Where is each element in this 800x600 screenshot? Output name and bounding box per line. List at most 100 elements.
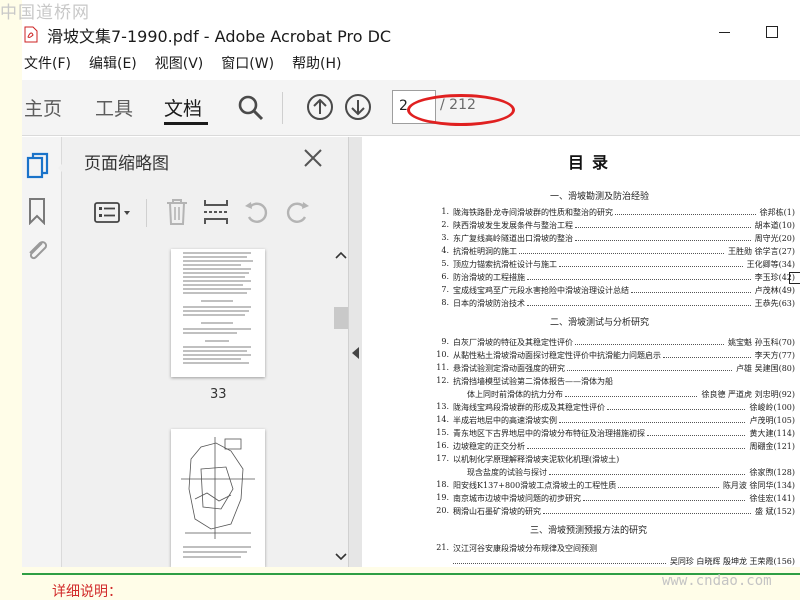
panel-splitter[interactable] (348, 137, 362, 567)
toc-entry[interactable]: 现含盐度的试验与探讨 徐家煦(128) (435, 467, 795, 480)
insert-page-icon[interactable] (202, 197, 230, 227)
toc-entry[interactable]: 14. 半成岩地层中的高速滑坡实例 卢茂明(105) (435, 415, 795, 428)
menu-bar: 文件(F) 编辑(E) 视图(V) 窗口(W) 帮助(H) (22, 52, 800, 78)
toc-entry[interactable]: 8. 日本的滑坡防治技术 王恭先(63) (435, 298, 795, 311)
thumbnail-page-number: 33 (210, 387, 227, 402)
toc-leader-dots (527, 305, 751, 306)
thumbnail-text-lines (183, 252, 253, 364)
toc-entry-number: 16. (436, 441, 449, 450)
scroll-down-icon[interactable] (335, 553, 347, 561)
toc-entry[interactable]: 19. 南京城市边坡中滑坡问题的初步研究 徐佳宏(141) (435, 493, 795, 506)
toc-entry[interactable]: 16. 边坡稳定的正交分析 周硼金(121) (435, 441, 795, 454)
active-tab-indicator (164, 122, 208, 125)
toc-entry[interactable]: 18. 阳安线K137+800滑坡工点滑坡土的工程性质 陈月波 徐同华(134) (435, 480, 795, 493)
minimize-button[interactable] (702, 14, 746, 50)
toc-entry-number: 18. (436, 480, 449, 489)
collapse-panel-icon[interactable] (352, 347, 359, 359)
toc-leader-dots (543, 513, 751, 514)
toc-entry[interactable]: 2. 陕西滑坡发生发展条件与整治工程 胡本道(10) (435, 220, 795, 233)
toc-entry-number: 10. (436, 350, 449, 359)
toc-entry-title: 半成岩地层中的高速滑坡实例 (453, 416, 557, 425)
toc-entry[interactable]: 1. 陇海铁路卧龙寺间滑坡群的性质和整治的研究 徐邦栋(1) (435, 207, 795, 220)
toc-entry-author-page: 徐邦栋(1) (757, 207, 795, 218)
attachment-icon[interactable] (24, 235, 50, 265)
scroll-up-icon[interactable] (335, 251, 347, 259)
toc-entry[interactable]: 10. 从黏性粘土滑坡滑动面探讨稳定性评价中抗滑能力问题启示 李天方(77) (435, 350, 795, 363)
watermark-bottom: www.cndao.com (662, 573, 772, 589)
thumbnail-tools (78, 187, 338, 239)
toc-entry[interactable]: 3. 东广复线高岭隧道出口滑坡的整治 周守光(20) (435, 233, 795, 246)
maximize-button[interactable] (750, 14, 794, 50)
toc-heading: 目录 (568, 153, 617, 172)
toc-entry[interactable]: 21. 汉江河谷安康段滑坡分布规律及空间预测 (435, 543, 795, 556)
toc-entry[interactable]: 4. 抗滑桩明洞的施工 王胜勋 徐学言(27) (435, 246, 795, 259)
delete-icon[interactable] (164, 197, 190, 227)
rotate-left-icon[interactable] (242, 197, 272, 227)
close-icon[interactable] (300, 145, 326, 171)
menu-help[interactable]: 帮助(H) (292, 52, 341, 78)
page-thumbnails-icon[interactable] (25, 151, 51, 181)
toc-leader-dots (549, 474, 745, 475)
window-title: 滑坡文集7-1990.pdf - Adobe Acrobat Pro DC (47, 27, 392, 46)
toc-section-heading: 二、滑坡测试与分析研究 (550, 318, 650, 328)
toc-entry-title: 以机制化学原理解释滑坡夹泥软化机理(滑坡土) (453, 455, 620, 464)
toc-leader-dots (527, 448, 745, 449)
tab-tools[interactable]: 工具 (95, 94, 133, 121)
toc-leader-dots (631, 292, 751, 293)
navigation-rail (22, 137, 62, 567)
toc-entry-number: 15. (436, 428, 449, 437)
toc-entry-author-page: 王恭先(63) (752, 298, 795, 309)
rotate-right-icon[interactable] (282, 197, 312, 227)
toc-entry[interactable]: 20. 稠滑山石墨矿滑坡的研究 盛 斌(152) (435, 506, 795, 519)
toc-leader-dots (559, 422, 745, 423)
toc-entry[interactable]: 5. 顶应力锚索抗滑桩设计与施工 王化卿等(34) (435, 259, 795, 272)
toc-entry[interactable]: 12. 抗滑挡墙模型试验第二滑体报告——滑体为船 (435, 376, 795, 389)
toc-entry[interactable]: 17. 以机制化学原理解释滑坡夹泥软化机理(滑坡土) (435, 454, 795, 467)
toc-entry-number: 11. (436, 363, 449, 372)
toc-entry[interactable]: 9. 白灰厂滑坡的特征及其稳定性评价 姚宝魁 孙玉科(70) (435, 337, 795, 350)
page-thumbnail-34[interactable] (171, 429, 265, 567)
tab-home[interactable]: 主页 (24, 94, 62, 121)
toc-leader-dots (615, 214, 756, 215)
detail-label: 详细说明： (52, 584, 122, 600)
toc-entry-title: 东广复线高岭隧道出口滑坡的整治 (453, 234, 573, 243)
next-page-icon[interactable] (344, 93, 372, 121)
menu-file[interactable]: 文件(F) (24, 52, 71, 78)
toc-entry-author-page: 黄大建(114) (747, 428, 795, 439)
menu-view[interactable]: 视图(V) (155, 52, 204, 78)
thumbnail-scrollbar[interactable] (332, 245, 350, 567)
toc-entry-number: 14. (436, 415, 449, 424)
toc-entry[interactable]: 体上同时前滑体的抗力分布 徐良德 严道虎 刘忠明(92) (435, 389, 795, 402)
toc-entry[interactable]: 15. 青东地区下古界地层中的滑坡分布特征及治理措施初探 黄大建(114) (435, 428, 795, 441)
toc-section-heading: 一、滑坡勘测及防治经验 (550, 192, 650, 202)
options-menu-icon[interactable] (94, 201, 134, 225)
toc-entry-title: 边坡稳定的正交分析 (453, 442, 525, 451)
toc-entry[interactable]: 7. 宝成线宝鸡至广元段水害抢险中滑坡治理设计总结 卢茂林(49) (435, 285, 795, 298)
toc-entry-title: 抗滑挡墙模型试验第二滑体报告——滑体为船 (453, 377, 613, 386)
toc-entry[interactable]: 6. 防治滑坡的工程措施 李玉珍(42) (435, 272, 800, 285)
thumbnails-panel: 页面缩略图 33 (62, 137, 350, 567)
toc-entry-author-page: 盛 斌(152) (752, 506, 795, 517)
toc-entry[interactable]: 11. 悬滑试验测定滑动面强度的研究 卢雄 吴建国(80) (435, 363, 795, 376)
previous-page-icon[interactable] (306, 93, 334, 121)
tab-document[interactable]: 文档 (164, 94, 202, 121)
tools-divider (146, 199, 147, 227)
toc-entry[interactable]: 吴同珍 白晓辉 殷坤龙 王荣霞(156) (435, 556, 795, 567)
toc-entry-author-page: 周硼金(121) (747, 441, 795, 452)
menu-window[interactable]: 窗口(W) (221, 52, 274, 78)
bookmark-icon[interactable] (27, 197, 47, 225)
toc-leader-dots (565, 396, 697, 397)
title-bar: 滑坡文集7-1990.pdf - Adobe Acrobat Pro DC (22, 0, 800, 50)
toc-entry-title: 现含盐度的试验与探讨 (467, 468, 547, 477)
toc-entry-author-page: 李天方(77) (752, 350, 795, 361)
toc-entry-title: 白灰厂滑坡的特征及其稳定性评价 (453, 338, 573, 347)
acrobat-window: 滑坡文集7-1990.pdf - Adobe Acrobat Pro DC 文件… (22, 0, 800, 600)
search-icon[interactable] (237, 94, 265, 122)
toc-leader-dots (559, 266, 743, 267)
page-thumbnail-33[interactable] (171, 249, 265, 377)
toc-entry[interactable]: 13. 陇海线宝鸡段滑坡群的形成及其稳定性评价 徐峻岭(100) (435, 402, 795, 415)
toc-entry-number: 3. (441, 233, 449, 242)
menu-edit[interactable]: 编辑(E) (89, 52, 137, 78)
toc-leader-dots (527, 279, 751, 280)
toc-entry-title: 南京城市边坡中滑坡问题的初步研究 (453, 494, 581, 503)
